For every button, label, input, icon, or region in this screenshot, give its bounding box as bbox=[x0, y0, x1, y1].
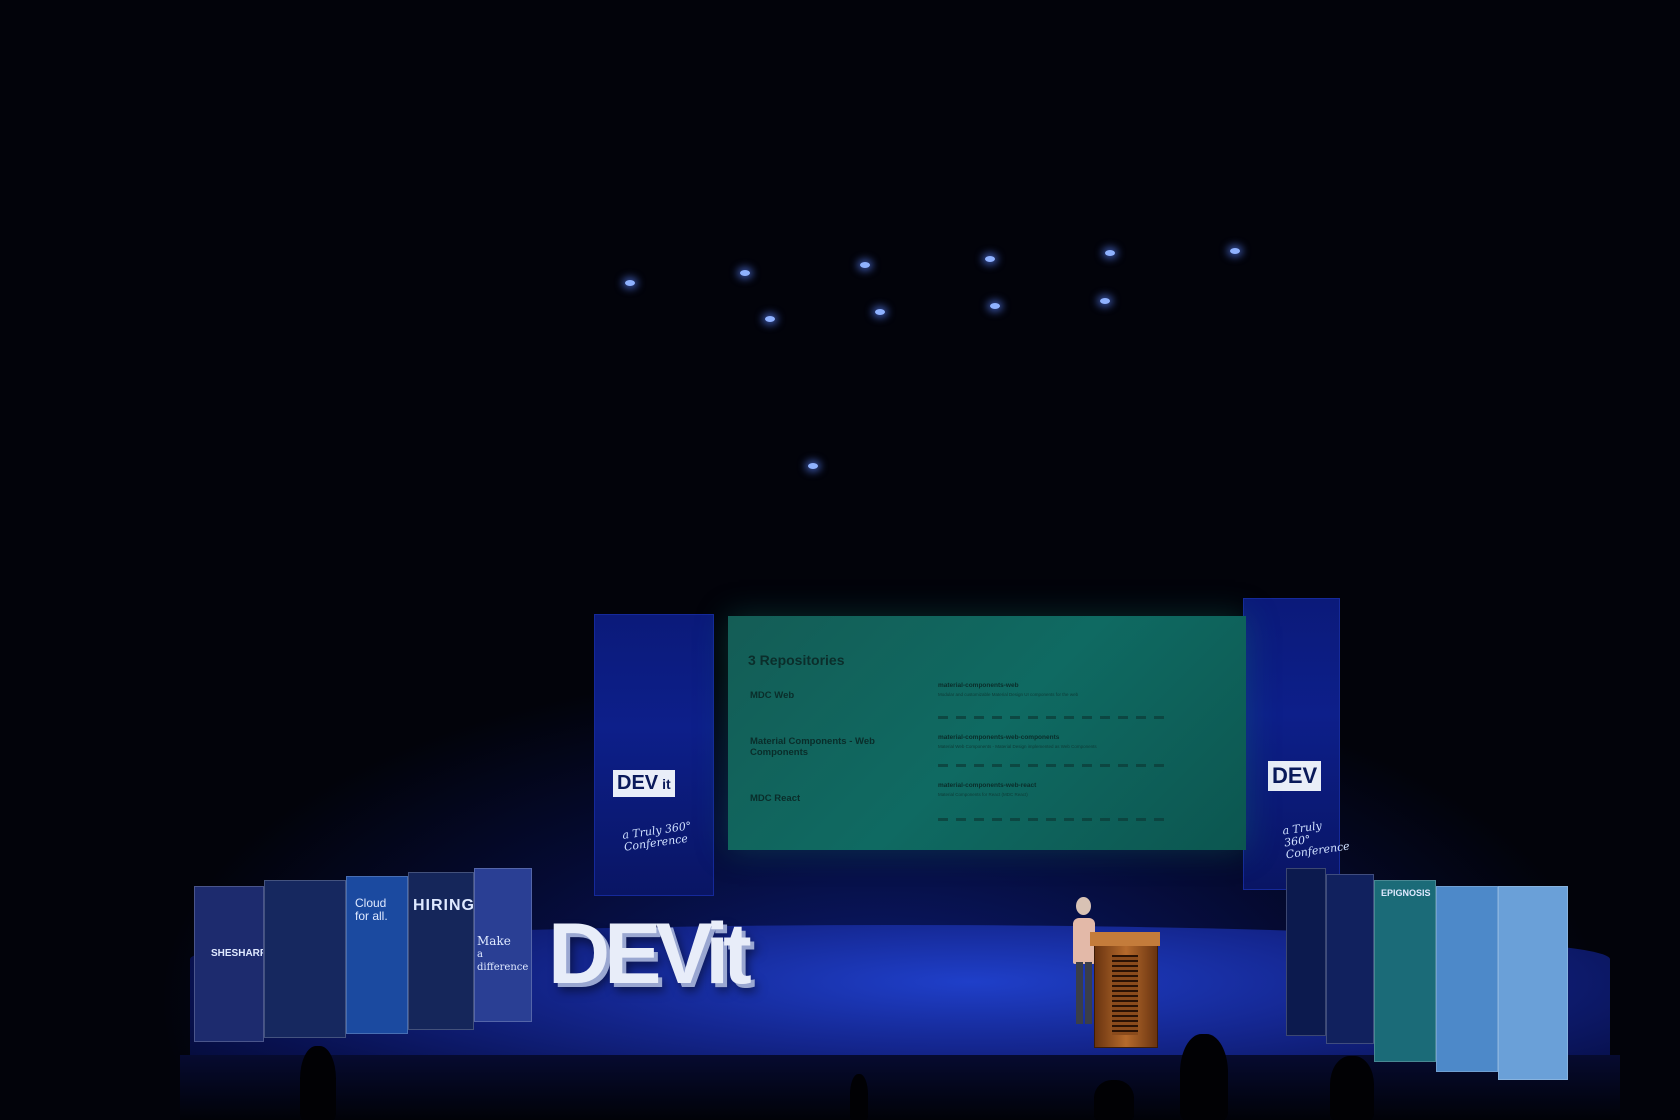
audience-head bbox=[1094, 1080, 1134, 1120]
ceiling-light bbox=[990, 303, 1000, 309]
audience-head bbox=[1180, 1034, 1228, 1120]
slide-row-meta bbox=[938, 716, 1168, 719]
slide-row-name: MDC React bbox=[750, 793, 801, 804]
slide-row-repo: material-components-web-components bbox=[938, 734, 1060, 741]
rollup-epignosis: EPIGNOSIS bbox=[1374, 880, 1436, 1062]
speaker-head bbox=[1076, 897, 1091, 915]
rollup-shesharp: SHESHARP bbox=[194, 886, 264, 1042]
slide-row-description: Material Web Components - Material Desig… bbox=[938, 744, 1097, 749]
ceiling-light bbox=[740, 270, 750, 276]
rollup-sponsor bbox=[1286, 868, 1326, 1036]
conference-stage-scene: DEV it a Truly 360° Conference DEV a Trul… bbox=[0, 0, 1680, 1120]
ceiling-light bbox=[985, 256, 995, 262]
audience-head bbox=[850, 1074, 868, 1120]
projection-screen: 3 Repositories MDC Web material-componen… bbox=[728, 616, 1246, 850]
stage-edge bbox=[180, 1055, 1620, 1120]
rollup-sponsor bbox=[264, 880, 346, 1038]
devit-stage-letters: DEVit bbox=[548, 906, 752, 1002]
rollup-hiring: HIRING! bbox=[408, 872, 474, 1030]
ceiling-light bbox=[1230, 248, 1240, 254]
slide-row-description: Material Components for React (MDC React… bbox=[938, 792, 1028, 797]
banner-tagline: a Truly 360° Conference bbox=[1281, 819, 1351, 862]
slide-row-description: Modular and customizable Material Design… bbox=[938, 692, 1079, 697]
slide-row-name: MDC Web bbox=[750, 690, 795, 701]
banner-logo: DEV bbox=[1268, 761, 1322, 791]
ceiling-light bbox=[875, 309, 885, 315]
slide-row-meta bbox=[938, 818, 1168, 821]
audience-head bbox=[1330, 1056, 1374, 1120]
rollup-make-difference: Make a difference bbox=[474, 868, 532, 1022]
ceiling-light bbox=[625, 280, 635, 286]
banner-logo: DEV it bbox=[613, 770, 675, 797]
audience-head bbox=[300, 1046, 336, 1120]
ceiling-light bbox=[808, 463, 818, 469]
rollup-sponsor bbox=[1436, 886, 1498, 1072]
right-hanging-banner: DEV a Truly 360° Conference bbox=[1243, 598, 1350, 890]
rollup-cloud: Cloud for all. bbox=[346, 876, 408, 1034]
ceiling-light bbox=[1105, 250, 1115, 256]
banner-tagline: a Truly 360° Conference bbox=[621, 819, 693, 854]
left-hanging-banner: DEV it a Truly 360° Conference bbox=[594, 614, 714, 896]
podium-top bbox=[1090, 932, 1160, 946]
slide-row-repo: material-components-web bbox=[938, 682, 1019, 689]
ceiling-light bbox=[1100, 298, 1110, 304]
slide-title: 3 Repositories bbox=[748, 652, 845, 668]
slide-row-name: Material Components - Web Components bbox=[750, 736, 875, 758]
slide-row-meta bbox=[938, 764, 1168, 767]
ceiling-light bbox=[765, 316, 775, 322]
slide-row-repo: material-components-web-react bbox=[938, 782, 1037, 789]
rollup-sponsor bbox=[1498, 886, 1568, 1080]
podium-slats bbox=[1112, 955, 1138, 1035]
rollup-sponsor bbox=[1326, 874, 1374, 1044]
speaker-legs bbox=[1076, 962, 1092, 1024]
ceiling-light bbox=[860, 262, 870, 268]
